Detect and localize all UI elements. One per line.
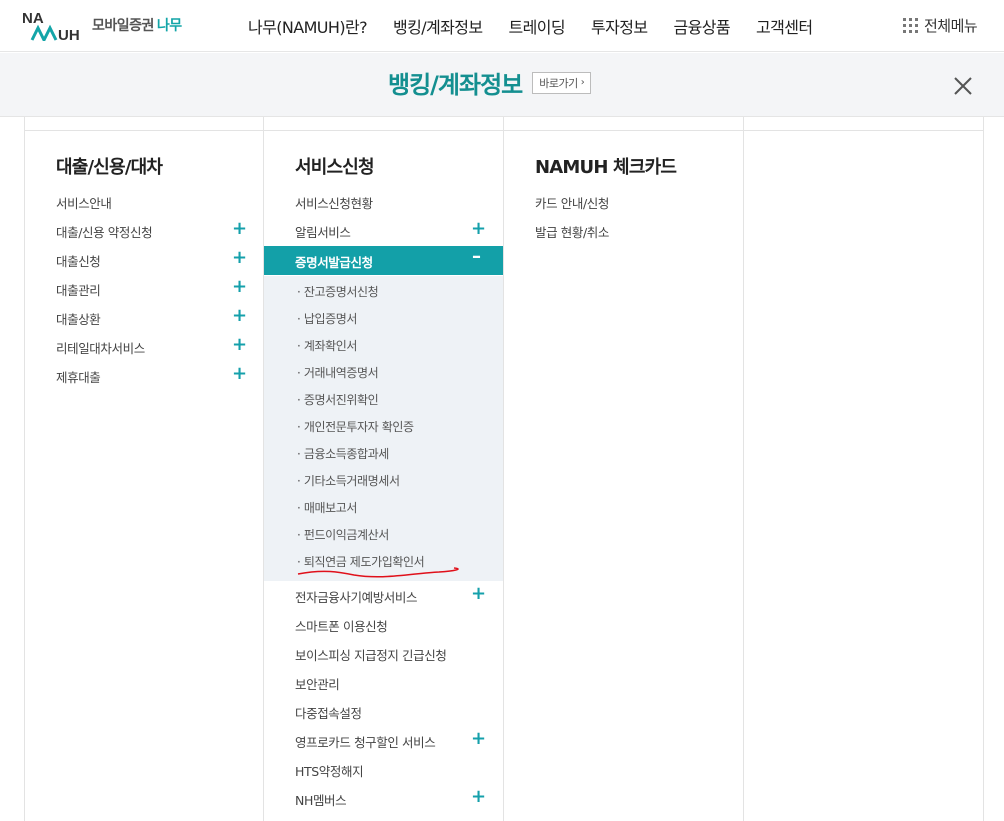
column-divider bbox=[983, 117, 984, 821]
plus-icon[interactable]: + bbox=[471, 218, 486, 239]
svg-text:UH: UH bbox=[58, 27, 80, 41]
plus-icon[interactable]: + bbox=[232, 363, 247, 384]
menu-item-voice-phishing-stop[interactable]: 보이스피싱 지급정지 긴급신청 bbox=[264, 639, 503, 668]
plus-icon[interactable]: + bbox=[232, 305, 247, 326]
all-menu-label: 전체메뉴 bbox=[924, 17, 978, 35]
column-title: 서비스신청 bbox=[295, 157, 375, 178]
menu-item-nh-members[interactable]: NH멤버스 + bbox=[264, 784, 503, 813]
minus-icon[interactable]: – bbox=[472, 246, 481, 267]
column-service-request: 서비스신청 서비스신청현황 알림서비스 + 증명서발급신청 – · 잔고증명서신… bbox=[264, 131, 503, 821]
menu-item-label: HTS약정해지 bbox=[295, 764, 364, 779]
logo-text: 모바일증권 나무 bbox=[92, 18, 182, 34]
plus-icon[interactable]: + bbox=[471, 583, 486, 604]
goto-button[interactable]: 바로가기 › bbox=[532, 71, 592, 94]
plus-icon[interactable]: + bbox=[232, 218, 247, 239]
column-loan: 대출/신용/대차 서비스안내 대출/신용 약정신청 + 대출신청 + 대출관리 … bbox=[25, 131, 264, 821]
menu-item-young-pro-card[interactable]: 영프로카드 청구할인 서비스 + bbox=[264, 726, 503, 755]
menu-item-label: 알림서비스 bbox=[295, 225, 351, 240]
certificate-submenu: · 잔고증명서신청 · 납입증명서 · 계좌확인서 · 거래내역증명서 · 증명… bbox=[264, 276, 503, 581]
menu-item-loan-management[interactable]: 대출관리 + bbox=[25, 274, 264, 303]
plus-icon[interactable]: + bbox=[232, 334, 247, 355]
nav-item-about[interactable]: 나무(NAMUH)란? bbox=[248, 14, 368, 38]
plus-icon[interactable]: + bbox=[232, 247, 247, 268]
plus-icon[interactable]: + bbox=[471, 786, 486, 807]
column-divider bbox=[743, 117, 744, 821]
menu-item-loan-agreement[interactable]: 대출/신용 약정신청 + bbox=[25, 216, 264, 245]
plus-icon[interactable]: + bbox=[232, 276, 247, 297]
menu-item-label: 리테일대차서비스 bbox=[56, 341, 145, 356]
menu-item-label: 대출신청 bbox=[56, 254, 101, 269]
nav-item-financial-products[interactable]: 금융상품 bbox=[673, 14, 730, 38]
menu-item-fraud-prevention[interactable]: 전자금융사기예방서비스 + bbox=[264, 581, 503, 610]
menu-item-loan-repayment[interactable]: 대출상환 + bbox=[25, 303, 264, 332]
menu-item-smartphone-request[interactable]: 스마트폰 이용신청 bbox=[264, 610, 503, 639]
all-menu-button[interactable]: 전체메뉴 bbox=[903, 15, 978, 36]
menu-item-card-status[interactable]: 발급 현황/취소 bbox=[504, 216, 743, 245]
menu-item-notification-service[interactable]: 알림서비스 + bbox=[264, 216, 503, 245]
top-header: NA UH 모바일증권 나무 나무(NAMUH)란? 뱅킹/계좌정보 트레이딩 투… bbox=[0, 0, 1004, 52]
menu-item-label: 대출상환 bbox=[56, 312, 101, 327]
page-title: 뱅킹/계좌정보 bbox=[388, 71, 523, 99]
menu-item-certificate-issuance[interactable]: 증명서발급신청 – bbox=[264, 246, 503, 275]
menu-item-partner-loan[interactable]: 제휴대출 + bbox=[25, 361, 264, 390]
menu-item-label: 제휴대출 bbox=[56, 370, 101, 385]
menu-item-service-status[interactable]: 서비스신청현황 bbox=[264, 187, 503, 216]
plus-icon[interactable]: + bbox=[471, 728, 486, 749]
menu-item-label: 발급 현황/취소 bbox=[535, 225, 609, 240]
global-nav: 나무(NAMUH)란? 뱅킹/계좌정보 트레이딩 투자정보 금융상품 고객센터 bbox=[248, 14, 838, 38]
namuh-logo-mark: NA UH bbox=[22, 9, 86, 41]
column-check-card: NAMUH 체크카드 카드 안내/신청 발급 현황/취소 bbox=[504, 131, 743, 821]
close-icon[interactable] bbox=[952, 75, 974, 97]
menu-item-label: 보안관리 bbox=[295, 677, 340, 692]
goto-button-label: 바로가기 bbox=[539, 76, 578, 90]
menu-item-security-management[interactable]: 보안관리 bbox=[264, 668, 503, 697]
menu-item-label: 스마트폰 이용신청 bbox=[295, 619, 388, 634]
menu-item-multi-access[interactable]: 다중접속설정 bbox=[264, 697, 503, 726]
menu-item-label: 서비스안내 bbox=[56, 196, 112, 211]
menu-item-loan-request[interactable]: 대출신청 + bbox=[25, 245, 264, 274]
chevron-right-icon: › bbox=[580, 77, 585, 88]
menu-item-label: 다중접속설정 bbox=[295, 706, 362, 721]
grid-menu-icon bbox=[903, 18, 918, 33]
menu-item-label: 보이스피싱 지급정지 긴급신청 bbox=[295, 648, 447, 663]
menu-item-retail-lending[interactable]: 리테일대차서비스 + bbox=[25, 332, 264, 361]
menu-item-card-guide[interactable]: 카드 안내/신청 bbox=[504, 187, 743, 216]
menu-item-label: 영프로카드 청구할인 서비스 bbox=[295, 735, 436, 750]
menu-item-label: NH멤버스 bbox=[295, 793, 347, 808]
section-titlebar: 뱅킹/계좌정보 바로가기 › bbox=[0, 53, 1004, 117]
nav-item-trading[interactable]: 트레이딩 bbox=[509, 14, 566, 38]
nav-item-investment-info[interactable]: 투자정보 bbox=[591, 14, 648, 38]
menu-item-label: 증명서발급신청 bbox=[295, 255, 373, 270]
menu-item-hts-cancel[interactable]: HTS약정해지 bbox=[264, 755, 503, 784]
namuh-logo[interactable]: NA UH 모바일증권 나무 bbox=[22, 9, 182, 41]
svg-text:NA: NA bbox=[22, 10, 44, 27]
menu-item-label: 카드 안내/신청 bbox=[535, 196, 609, 211]
menu-item-label: 대출/신용 약정신청 bbox=[56, 225, 153, 240]
menu-item-service-guide[interactable]: 서비스안내 bbox=[25, 187, 264, 216]
nav-item-customer-center[interactable]: 고객센터 bbox=[756, 14, 813, 38]
column-title: 대출/신용/대차 bbox=[56, 157, 163, 178]
menu-item-label: 전자금융사기예방서비스 bbox=[295, 590, 418, 605]
menu-item-label: 대출관리 bbox=[56, 283, 101, 298]
column-title: NAMUH 체크카드 bbox=[535, 157, 677, 178]
red-underline-annotation bbox=[297, 567, 459, 578]
menu-item-label: 서비스신청현황 bbox=[295, 196, 373, 211]
nav-item-banking[interactable]: 뱅킹/계좌정보 bbox=[393, 14, 483, 38]
